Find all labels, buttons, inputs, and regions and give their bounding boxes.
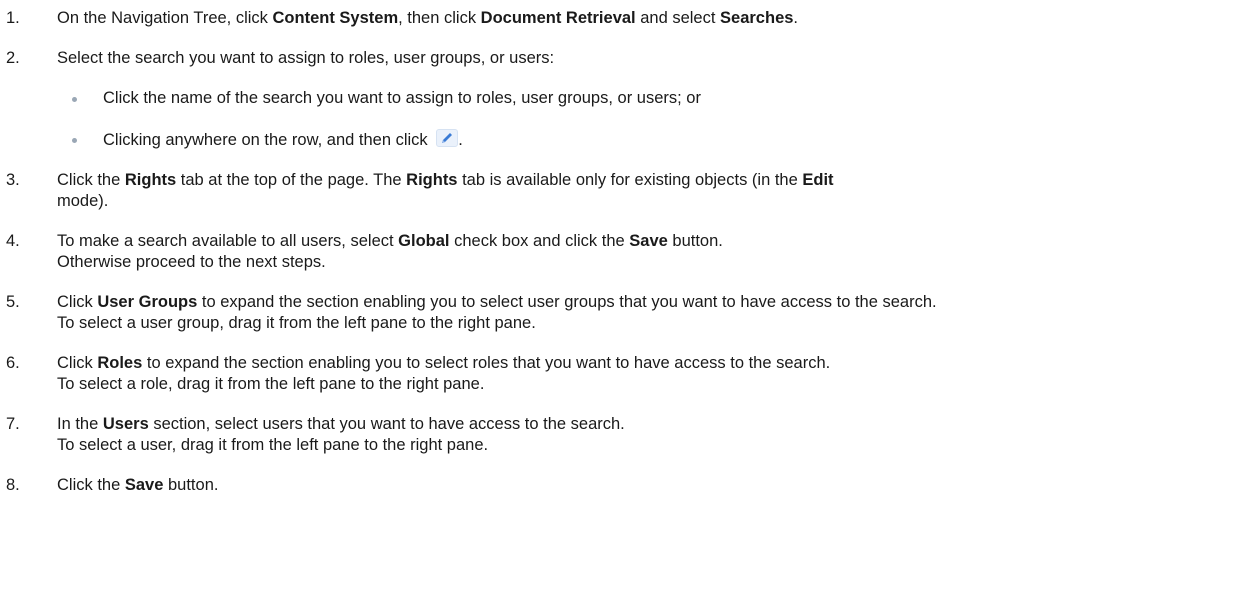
- step-6: 6. Click Roles to expand the section ena…: [0, 353, 1256, 395]
- step-number: 3.: [6, 171, 20, 189]
- step-text-line2: Otherwise proceed to the next steps.: [57, 253, 326, 271]
- step-text: Click the Rights tab at the top of the p…: [57, 171, 834, 210]
- step-text: Select the search you want to assign to …: [57, 49, 555, 67]
- pencil-icon: [436, 129, 459, 147]
- step-4: 4. To make a search available to all use…: [0, 231, 1256, 273]
- step-number: 6.: [6, 354, 20, 372]
- substep-item: Clicking anywhere on the row, and then c…: [57, 129, 1256, 151]
- step-number: 5.: [6, 293, 20, 311]
- step-text: In the Users section, select users that …: [57, 415, 625, 433]
- step-number: 1.: [6, 9, 20, 27]
- step-text-line2: To select a role, drag it from the left …: [57, 375, 485, 393]
- step-text: Click the Save button.: [57, 476, 219, 494]
- step-text-line2: To select a user group, drag it from the…: [57, 314, 536, 332]
- step-2: 2. Select the search you want to assign …: [0, 48, 1256, 151]
- step-5: 5. Click User Groups to expand the secti…: [0, 292, 1256, 334]
- step-text: Click Roles to expand the section enabli…: [57, 354, 831, 372]
- bullet-icon: [72, 138, 77, 143]
- procedure-steps: 1. On the Navigation Tree, click Content…: [0, 8, 1256, 515]
- substep-item: Click the name of the search you want to…: [57, 88, 1256, 109]
- step-7: 7. In the Users section, select users th…: [0, 414, 1256, 456]
- step-8: 8. Click the Save button.: [0, 475, 1256, 496]
- step-number: 4.: [6, 232, 20, 250]
- step-number: 2.: [6, 49, 20, 67]
- step-number: 7.: [6, 415, 20, 433]
- step-text: To make a search available to all users,…: [57, 232, 723, 250]
- step-number: 8.: [6, 476, 20, 494]
- bullet-icon: [72, 97, 77, 102]
- step-1: 1. On the Navigation Tree, click Content…: [0, 8, 1256, 29]
- step-text: On the Navigation Tree, click Content Sy…: [57, 9, 799, 27]
- step-3: 3. Click the Rights tab at the top of th…: [0, 170, 1256, 212]
- step-text: Click User Groups to expand the section …: [57, 293, 937, 311]
- step-text-line2: To select a user, drag it from the left …: [57, 436, 489, 454]
- substep-list: Click the name of the search you want to…: [57, 88, 1256, 151]
